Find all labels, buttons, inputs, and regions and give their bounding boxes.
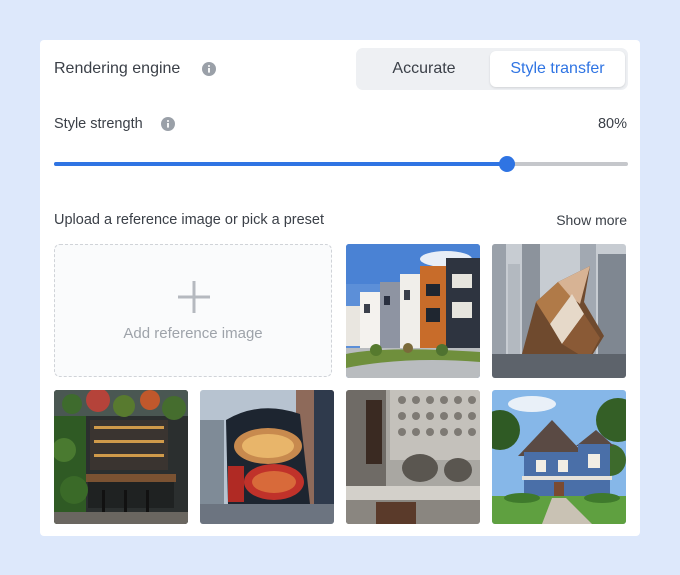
rendering-engine-toggle: Accurate Style transfer [356,48,628,90]
plus-icon [178,281,210,313]
style-strength-label: Style strength [54,116,143,132]
preset-townhouses[interactable] [346,244,480,378]
preset-blue-house[interactable] [492,390,626,524]
add-reference-image-button[interactable]: Add reference image [54,244,332,377]
metal-sculpture-skyscrapers-photo [492,244,626,378]
red-round-window-building-photo [200,390,334,524]
townhouses-photo [346,244,480,378]
preset-garden-bar[interactable] [54,390,188,524]
accurate-option[interactable]: Accurate [360,51,488,87]
preset-round-window-building[interactable] [200,390,334,524]
reference-upload-label: Upload a reference image or pick a prese… [54,212,325,228]
info-icon[interactable] [202,62,216,76]
style-strength-value: 80% [597,116,627,132]
rendering-engine-row: Rendering engine Accurate Style transfer [54,48,628,90]
add-reference-image-label: Add reference image [123,325,263,342]
rendering-engine-label: Rendering engine [54,60,181,77]
info-icon[interactable] [161,117,175,131]
blue-house-photo [492,390,626,524]
slider-thumb[interactable] [499,156,516,172]
show-more-link[interactable]: Show more [556,212,627,228]
preset-concrete-facade[interactable] [346,390,480,524]
style-transfer-option[interactable]: Style transfer [490,51,625,87]
slider-fill [54,162,508,166]
style-settings-panel: Rendering engine Accurate Style transfer… [40,40,640,536]
preset-metal-sculpture[interactable] [492,244,626,378]
concrete-brutalist-facade-photo [346,390,480,524]
style-strength-slider[interactable] [54,156,628,172]
garden-bar-photo [54,390,188,524]
